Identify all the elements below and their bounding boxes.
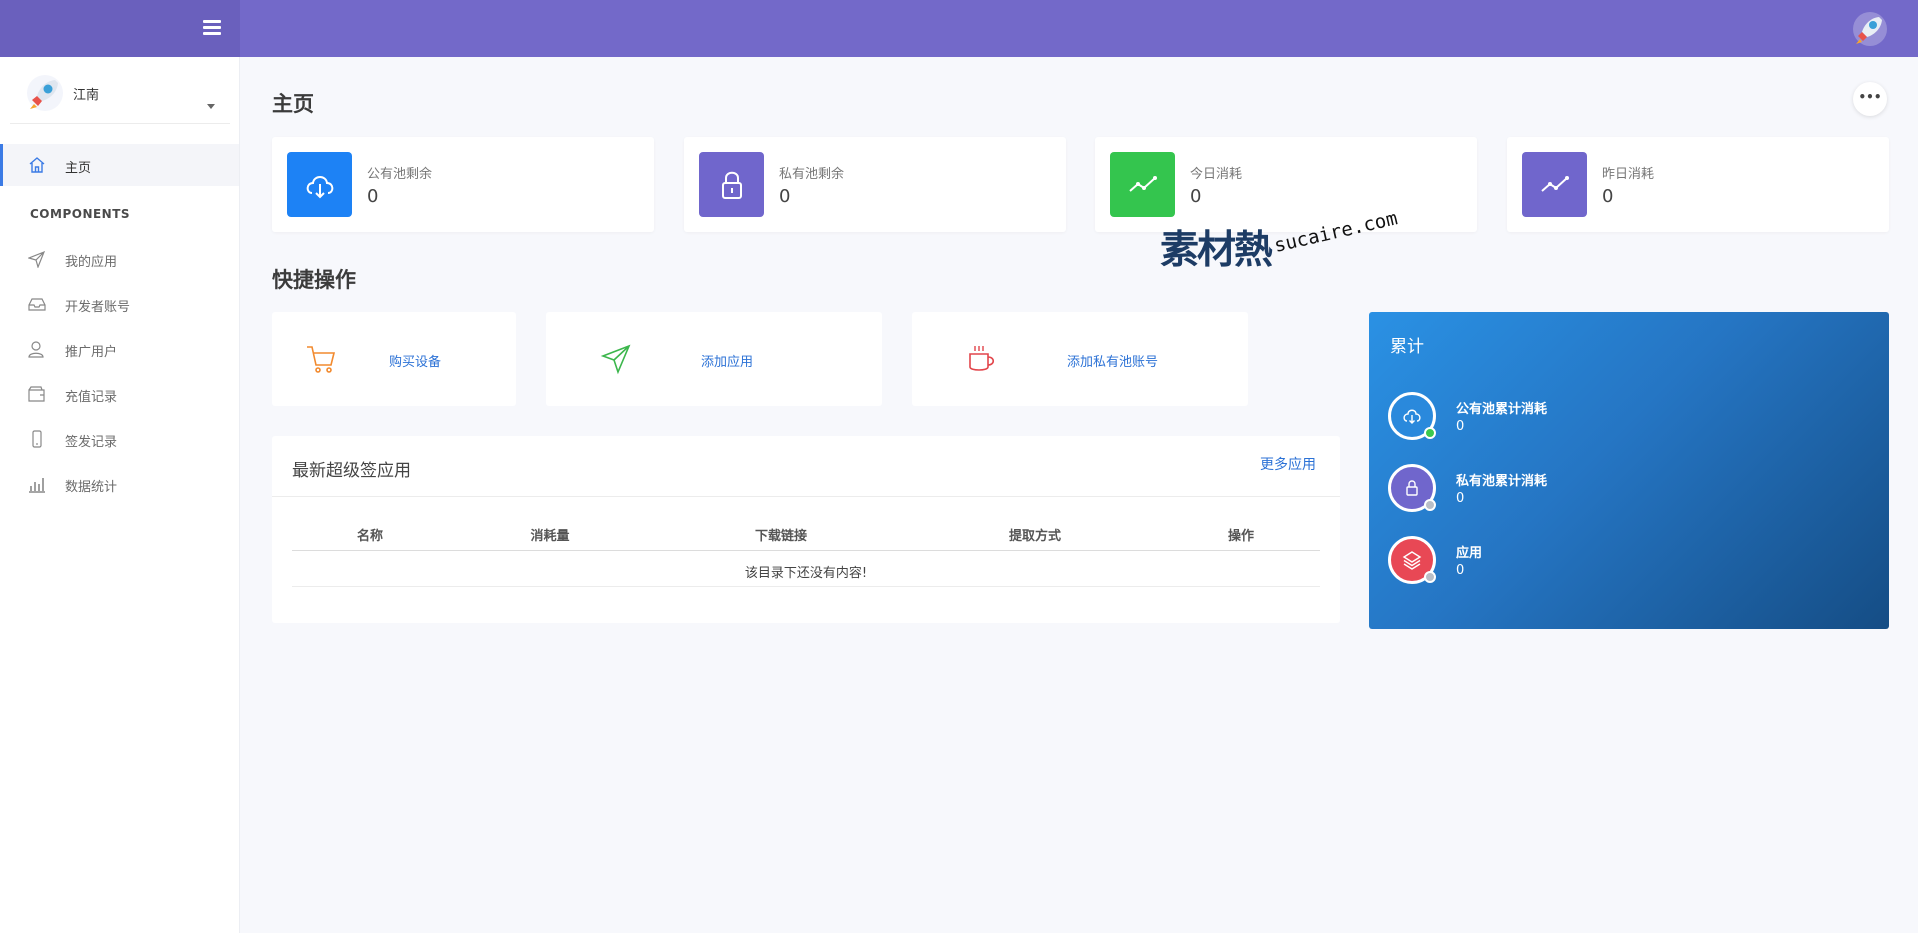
stat-label: 私有池剩余 — [779, 167, 845, 182]
quick-actions-title: 快捷操作 — [272, 268, 356, 292]
lock-icon — [722, 171, 742, 199]
status-dot — [1424, 499, 1436, 511]
sidebar-item-promoted-users[interactable]: 推广用户 — [0, 331, 239, 367]
more-apps-link[interactable]: 更多应用 — [1260, 454, 1316, 474]
user-name: 江南 — [73, 88, 100, 103]
status-dot — [1424, 427, 1436, 439]
stat-card: 昨日消耗 0 — [1507, 137, 1889, 232]
sidebar-item-developer-accounts[interactable]: 开发者账号 — [0, 286, 239, 322]
stat-icon-box — [287, 152, 352, 217]
sidebar-item-label: 签发记录 — [65, 435, 118, 450]
buy-device-button[interactable]: 购买设备 — [272, 312, 516, 406]
send-icon — [600, 344, 631, 375]
cumulative-value: 0 — [1456, 563, 1465, 578]
cumulative-label: 公有池累计消耗 — [1456, 402, 1548, 417]
sidebar-item-label: 充值记录 — [65, 390, 118, 405]
more-icon[interactable]: ••• — [1853, 82, 1887, 116]
cloud-download-icon — [306, 176, 334, 199]
sidebar-item-statistics[interactable]: 数据统计 — [0, 466, 239, 502]
stat-value: 0 — [367, 186, 379, 207]
rocket-avatar-icon — [27, 75, 63, 111]
page-title: 主页 — [272, 92, 314, 116]
sidebar-item-sign-records[interactable]: 签发记录 — [0, 421, 239, 457]
wallet-icon — [28, 386, 45, 402]
menu-icon[interactable] — [203, 20, 221, 36]
sidebar-item-label: 推广用户 — [65, 345, 118, 360]
stat-label: 今日消耗 — [1190, 167, 1243, 182]
cumulative-value: 0 — [1456, 491, 1465, 506]
card-title: 最新超级签应用 — [292, 461, 411, 481]
user-icon — [28, 341, 44, 358]
stat-value: 0 — [1190, 186, 1202, 207]
stat-icon-box — [1522, 152, 1587, 217]
section-heading: COMPONENTS — [30, 207, 131, 221]
column-header[interactable]: 消耗量 — [530, 525, 569, 544]
watermark: 素材熱 sucaire.com — [1160, 207, 1410, 275]
trend-icon — [1129, 176, 1157, 192]
quick-action-label: 购买设备 — [389, 355, 442, 370]
sidebar-item-label: 我的应用 — [65, 255, 118, 270]
stat-label: 昨日消耗 — [1602, 167, 1655, 182]
stat-label: 公有池剩余 — [367, 167, 433, 182]
stat-value: 0 — [779, 186, 791, 207]
sidebar-item-recharge-records[interactable]: 充值记录 — [0, 376, 239, 412]
add-app-button[interactable]: 添加应用 — [546, 312, 882, 406]
top-bar — [0, 0, 1918, 57]
column-header[interactable]: 提取方式 — [1009, 525, 1061, 544]
cup-icon — [969, 346, 995, 371]
stat-card: 私有池剩余 0 — [684, 137, 1066, 232]
quick-action-label: 添加私有池账号 — [1067, 355, 1159, 370]
stat-icon-box — [1110, 152, 1175, 217]
brand-area — [0, 0, 240, 57]
sidebar: 江南 主页 COMPONENTS 我的应用 开发者账号 推广用户 充值记录 签发… — [0, 57, 240, 933]
cumulative-item: 公有池累计消耗 0 — [1388, 392, 1748, 448]
add-private-account-button[interactable]: 添加私有池账号 — [912, 312, 1248, 406]
stat-icon-box — [699, 152, 764, 217]
empty-message: 该目录下还没有内容! — [744, 566, 868, 581]
sidebar-item-home[interactable]: 主页 — [0, 144, 239, 186]
chevron-down-icon[interactable] — [207, 104, 215, 109]
cumulative-value: 0 — [1456, 419, 1465, 434]
rocket-avatar-icon[interactable] — [1852, 11, 1888, 47]
sidebar-item-label: 主页 — [65, 161, 92, 176]
sidebar-item-my-apps[interactable]: 我的应用 — [0, 241, 239, 277]
sidebar-item-label: 开发者账号 — [65, 300, 131, 315]
panel-title: 累计 — [1390, 337, 1424, 357]
cloud-download-icon — [1403, 409, 1421, 424]
column-header[interactable]: 操作 — [1228, 525, 1254, 544]
quick-action-label: 添加应用 — [701, 355, 754, 370]
table-header-line — [292, 550, 1320, 551]
recent-apps-card: 最新超级签应用 更多应用 名称 消耗量 下载链接 提取方式 操作 该目录下还没有… — [272, 436, 1340, 623]
divider — [272, 496, 1340, 497]
stat-card: 公有池剩余 0 — [272, 137, 654, 232]
trend-icon — [1541, 176, 1569, 192]
cart-icon — [307, 346, 336, 373]
inbox-icon — [28, 298, 46, 311]
phone-icon — [32, 430, 42, 448]
bar-chart-icon — [29, 478, 45, 493]
home-icon — [29, 157, 45, 173]
stat-value: 0 — [1602, 186, 1614, 207]
layers-icon — [1402, 551, 1422, 570]
cumulative-panel: 累计 公有池累计消耗 0 私有池累计消耗 0 应用 0 — [1369, 312, 1889, 629]
user-menu[interactable]: 江南 — [26, 74, 216, 114]
send-icon — [28, 250, 46, 268]
cumulative-item: 应用 0 — [1388, 536, 1748, 592]
cumulative-label: 应用 — [1456, 546, 1483, 561]
sidebar-item-label: 数据统计 — [65, 480, 118, 495]
watermark-en: sucaire.com — [1272, 207, 1400, 257]
cumulative-item: 私有池累计消耗 0 — [1388, 464, 1748, 520]
status-dot — [1424, 571, 1436, 583]
divider — [10, 123, 230, 124]
watermark-cn: 素材熱 — [1160, 228, 1273, 273]
column-header[interactable]: 名称 — [357, 525, 383, 544]
table-bottom-line — [292, 586, 1320, 587]
cumulative-label: 私有池累计消耗 — [1456, 474, 1548, 489]
column-header[interactable]: 下载链接 — [755, 525, 807, 544]
lock-icon — [1406, 480, 1418, 496]
